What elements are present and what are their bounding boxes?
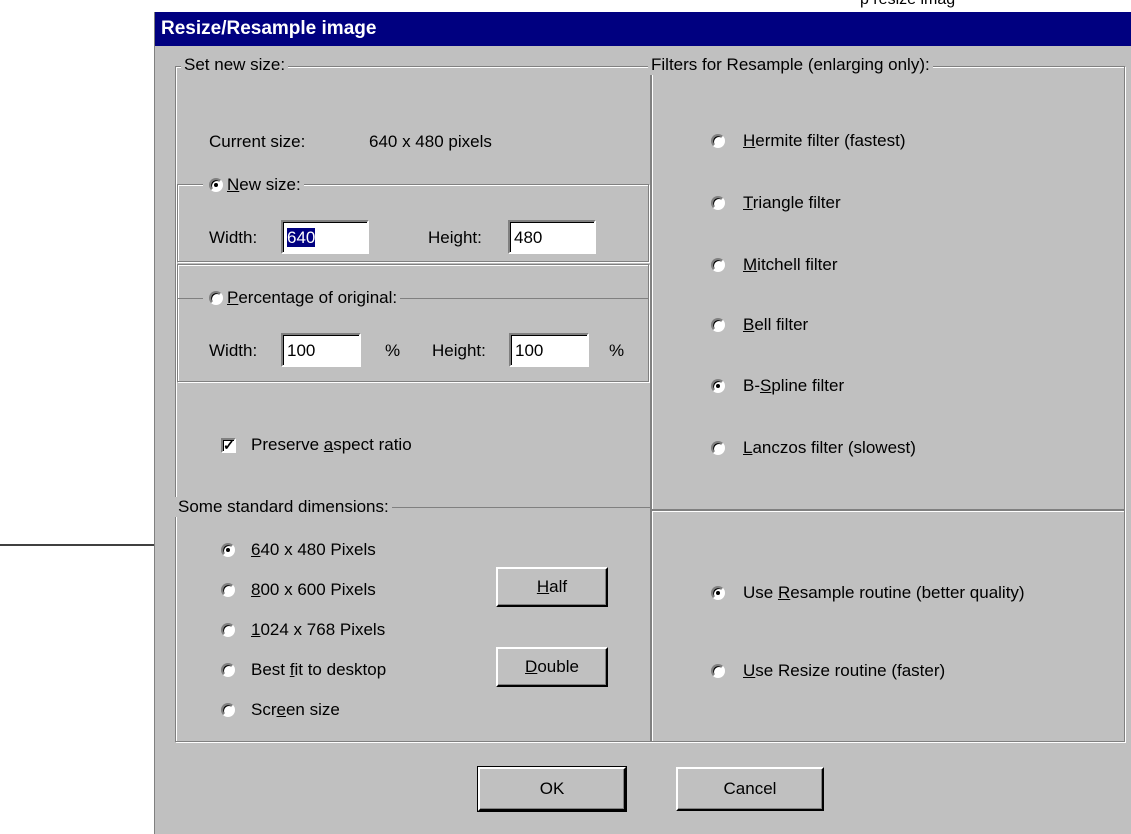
new-height-input[interactable]: 480 <box>508 220 596 254</box>
std-label-best-fit[interactable]: Best fit to desktop <box>251 659 386 681</box>
double-button[interactable]: Double <box>496 647 608 687</box>
percent-width-label: Width: <box>209 341 258 360</box>
standard-dimensions-group <box>175 507 651 742</box>
filters-legend: Filters for Resample (enlarging only): <box>648 55 933 75</box>
percent-height-input[interactable]: 100 <box>509 333 589 367</box>
filter-label-bell[interactable]: Bell filter <box>743 314 808 336</box>
filter-label-mitchell[interactable]: Mitchell filter <box>743 254 837 276</box>
percent-height-unit: % <box>609 341 625 360</box>
percentage-radio[interactable] <box>209 291 223 305</box>
percentage-radio-label[interactable]: Percentage of original: <box>203 288 401 308</box>
standard-dimensions-legend: Some standard dimensions: <box>175 497 392 517</box>
page-top-text: p resize imag <box>860 0 1131 9</box>
new-height-label: Height: <box>428 228 482 247</box>
current-size-label: Current size: <box>209 132 306 151</box>
std-label-800[interactable]: 800 x 600 Pixels <box>251 579 376 601</box>
routine-radio-resample[interactable] <box>711 586 725 600</box>
filter-radio-hermite[interactable] <box>711 134 725 148</box>
std-label-screen-size[interactable]: Screen size <box>251 699 340 721</box>
current-size-value: 640 x 480 pixels <box>369 132 492 151</box>
half-button[interactable]: Half <box>496 567 608 607</box>
ok-button[interactable]: OK <box>477 766 627 812</box>
filter-label-bspline[interactable]: B-Spline filter <box>743 375 844 397</box>
percent-width-unit: % <box>385 341 401 360</box>
new-size-radio[interactable] <box>209 178 223 192</box>
std-radio-1024[interactable] <box>221 623 235 637</box>
filter-radio-lanczos[interactable] <box>711 441 725 455</box>
std-radio-640[interactable] <box>221 543 235 557</box>
routine-label-resize[interactable]: Use Resize routine (faster) <box>743 660 945 682</box>
routine-group <box>651 510 1125 742</box>
cancel-button[interactable]: Cancel <box>676 767 824 811</box>
std-radio-800[interactable] <box>221 583 235 597</box>
filter-radio-triangle[interactable] <box>711 196 725 210</box>
filter-radio-bspline[interactable] <box>711 379 725 393</box>
std-label-640[interactable]: 640 x 480 Pixels <box>251 539 376 561</box>
preserve-aspect-checkbox[interactable]: ✓ <box>221 438 236 453</box>
filter-label-lanczos[interactable]: Lanczos filter (slowest) <box>743 437 916 459</box>
dialog-title[interactable]: Resize/Resample image <box>155 12 1131 46</box>
resize-resample-dialog: Resize/Resample image Set new size: Curr… <box>154 12 1131 834</box>
routine-radio-resize[interactable] <box>711 664 725 678</box>
preserve-aspect-label[interactable]: Preserve aspect ratio <box>251 434 412 456</box>
percent-width-input[interactable]: 100 <box>281 333 361 367</box>
filter-label-hermite[interactable]: Hermite filter (fastest) <box>743 130 905 152</box>
std-radio-screen-size[interactable] <box>221 703 235 717</box>
routine-label-resample[interactable]: Use Resample routine (better quality) <box>743 582 1025 604</box>
filter-radio-mitchell[interactable] <box>711 258 725 272</box>
filter-radio-bell[interactable] <box>711 318 725 332</box>
set-new-size-legend: Set new size: <box>181 55 289 75</box>
std-radio-best-fit[interactable] <box>221 663 235 677</box>
new-width-input[interactable]: 640 <box>281 220 369 254</box>
std-label-1024[interactable]: 1024 x 768 Pixels <box>251 619 385 641</box>
new-width-label: Width: <box>209 228 258 247</box>
filter-label-triangle[interactable]: Triangle filter <box>743 192 841 214</box>
percent-height-label: Height: <box>432 341 486 360</box>
